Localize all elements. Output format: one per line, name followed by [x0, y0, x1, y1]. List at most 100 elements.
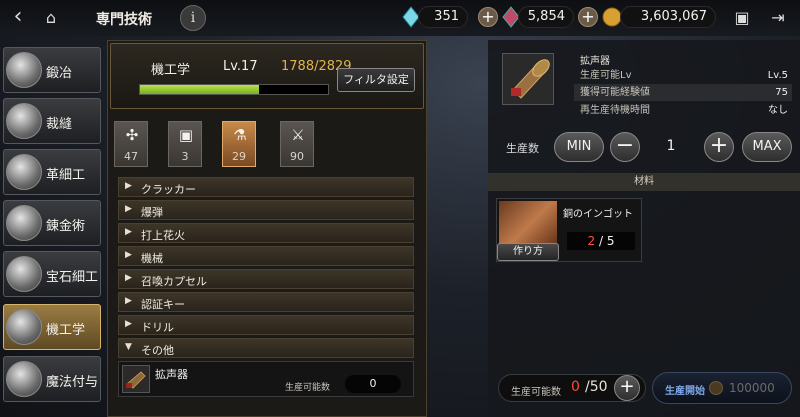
sidebar-item-alchemy[interactable]: 錬金術	[3, 200, 101, 246]
list-item[interactable]: ▶ 爆弾	[118, 200, 414, 220]
sidebar-item-label: 裁縫	[46, 117, 73, 132]
start-production-label: 生産開始	[665, 386, 705, 397]
detail-value: 75	[775, 87, 788, 98]
caret-right-icon: ▶	[125, 319, 132, 329]
skill-level: Lv.17	[223, 59, 258, 74]
list-item[interactable]: ▶ 召喚カプセル	[118, 269, 414, 289]
max-button[interactable]: MAX	[742, 132, 792, 162]
detail-row: 再生産待機時間 なし	[574, 102, 792, 119]
megaphone-icon	[122, 365, 150, 393]
detail-value: なし	[768, 105, 788, 116]
sidebar-item-label: 錬金術	[46, 219, 86, 234]
materials-header: 材料	[488, 173, 800, 191]
add-blue-gem-button[interactable]: +	[478, 7, 498, 27]
category-tab-alchemy[interactable]: ⚗ 29	[222, 121, 256, 167]
list-item-label: クラッカー	[141, 183, 196, 196]
red-gem-count: 5,854	[518, 6, 574, 28]
caret-right-icon: ▶	[125, 273, 132, 283]
craftable-count-label: 生産可能数	[511, 387, 561, 398]
list-item[interactable]: ▶ 認証キー	[118, 292, 414, 312]
list-item-label: ドリル	[141, 321, 174, 334]
list-item-label: その他	[141, 344, 174, 357]
sidebar-item-label: 宝石細工	[46, 270, 99, 285]
magic-icon	[6, 361, 42, 397]
quantity-value[interactable]: 1	[656, 138, 686, 154]
material-have: 2	[587, 234, 596, 248]
production-count-label: 生産数	[506, 142, 539, 155]
add-red-gem-button[interactable]: +	[578, 7, 598, 27]
caret-right-icon: ▶	[125, 296, 132, 306]
craftable-count-value: 0	[571, 379, 580, 395]
production-cost: 100000	[729, 381, 775, 395]
how-to-make-button[interactable]: 作り方	[497, 243, 559, 261]
add-count-button[interactable]: +	[614, 375, 640, 401]
sidebar-item-engineering[interactable]: 機工学	[3, 304, 101, 350]
category-count: 29	[232, 150, 246, 163]
decrease-button[interactable]: −	[610, 132, 640, 162]
caret-right-icon: ▶	[125, 204, 132, 214]
list-item-label: 認証キー	[141, 298, 185, 311]
exit-icon[interactable]: ⇥	[766, 6, 790, 30]
mail-icon[interactable]: ▣	[730, 6, 754, 30]
recipe-item-name: 拡声器	[155, 368, 188, 381]
gold-coin-icon	[602, 7, 622, 27]
sidebar-item-tailoring[interactable]: 裁縫	[3, 98, 101, 144]
recipe-panel: 機工学 Lv.17 1788/2829 フィルタ設定 ✣ 47 ▣ 3 ⚗ 29…	[107, 40, 427, 417]
info-button[interactable]: i	[180, 5, 206, 31]
sidebar-item-label: 魔法付与	[46, 375, 99, 390]
sword-icon: ⚔	[291, 126, 305, 144]
recipe-prod-label: 生産可能数	[285, 383, 331, 393]
list-item[interactable]: ▶ 打上花火	[118, 223, 414, 243]
caret-right-icon: ▶	[125, 250, 132, 260]
sidebar-item-label: 機工学	[46, 323, 86, 338]
start-production-button[interactable]: 生産開始 100000	[652, 372, 792, 404]
list-item[interactable]: ▶ 機械	[118, 246, 414, 266]
page-title: 専門技術	[96, 12, 152, 28]
home-icon[interactable]: ⌂	[38, 6, 64, 30]
leather-icon	[6, 154, 42, 190]
top-bar: ‹ ⌂ 専門技術 i 351 + 5,854 + 3,603,067 ▣ ⇥	[0, 0, 800, 36]
sidebar-item-label: 革細工	[46, 168, 86, 183]
recipe-item[interactable]: 拡声器 生産可能数 0	[118, 361, 414, 397]
back-arrow-icon[interactable]: ‹	[6, 6, 30, 30]
material-quantity: 2 / 5	[567, 232, 635, 250]
sidebar-item-smithing[interactable]: 鍛冶	[3, 47, 101, 93]
min-button[interactable]: MIN	[554, 132, 604, 162]
list-item[interactable]: ▼ その他	[118, 338, 414, 358]
category-tab-weapons[interactable]: ⚔ 90	[280, 121, 314, 167]
material-card: 銅のインゴット 2 / 5 作り方	[496, 198, 642, 262]
craftable-count-max: /50	[585, 379, 608, 395]
thread-icon	[6, 103, 42, 139]
gear-icon	[6, 309, 42, 345]
chip-icon: ▣	[178, 126, 194, 144]
increase-button[interactable]: +	[704, 132, 734, 162]
sidebar-item-label: 鍛冶	[46, 66, 73, 81]
list-item-label: 機械	[141, 252, 163, 265]
flask-icon: ⚗	[233, 126, 247, 144]
detail-key: 生産可能Lv	[580, 70, 632, 81]
material-separator: /	[598, 234, 604, 248]
category-count: 3	[181, 150, 189, 163]
caret-right-icon: ▶	[125, 181, 132, 191]
list-item[interactable]: ▶ ドリル	[118, 315, 414, 335]
skill-summary: 機工学 Lv.17 1788/2829 フィルタ設定	[110, 43, 424, 109]
sidebar-item-jewelcraft[interactable]: 宝石細工	[3, 251, 101, 297]
sidebar-item-leatherwork[interactable]: 革細工	[3, 149, 101, 195]
sidebar-item-enchanting[interactable]: 魔法付与	[3, 356, 101, 402]
category-count: 90	[290, 150, 304, 163]
filter-settings-button[interactable]: フィルタ設定	[337, 68, 415, 92]
category-tab-tools[interactable]: ✣ 47	[114, 121, 148, 167]
caret-down-icon: ▼	[125, 342, 132, 352]
skill-name: 機工学	[151, 63, 191, 78]
exp-bar	[139, 84, 329, 95]
list-item[interactable]: ▶ クラッカー	[118, 177, 414, 197]
flask-icon	[6, 205, 42, 241]
detail-key: 再生産待機時間	[580, 105, 650, 116]
detail-item-name: 拡声器	[580, 56, 610, 67]
gold-count: 3,603,067	[620, 6, 716, 28]
list-item-label: 爆弾	[141, 206, 163, 219]
material-name: 銅のインゴット	[563, 209, 633, 220]
anvil-icon	[6, 52, 42, 88]
detail-value: Lv.5	[767, 70, 788, 81]
category-tab-parts[interactable]: ▣ 3	[168, 121, 202, 167]
